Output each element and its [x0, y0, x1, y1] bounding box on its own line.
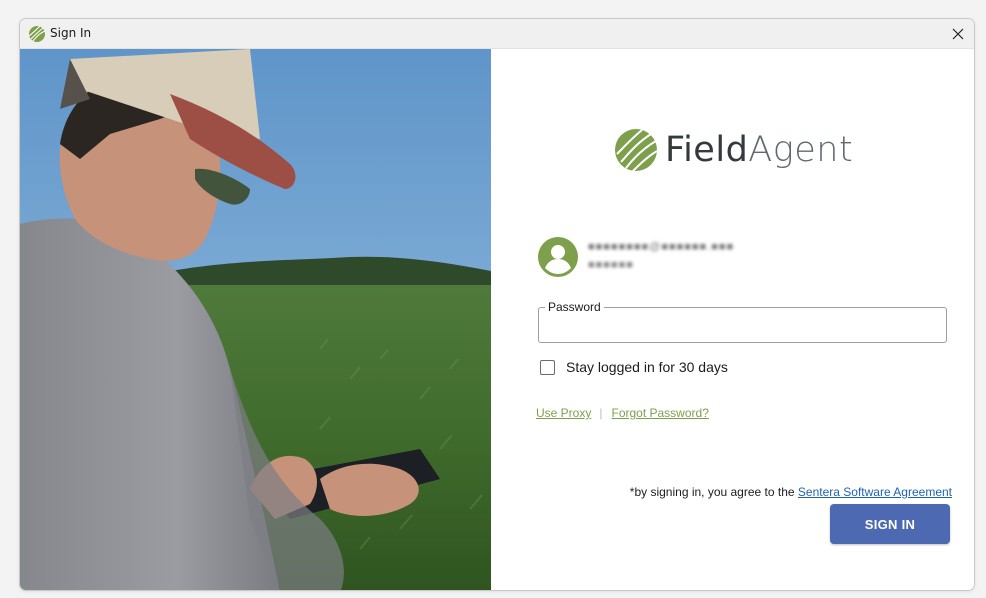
- sign-in-button[interactable]: SIGN IN: [830, 504, 950, 544]
- fieldagent-logo-icon: [29, 26, 45, 42]
- forgot-password-link[interactable]: Forgot Password?: [611, 406, 708, 420]
- auth-links: Use Proxy | Forgot Password?: [536, 406, 709, 420]
- brand-name-part2: Agent: [748, 130, 854, 170]
- brand-name-part1: Field: [665, 130, 749, 170]
- agreement-text: *by signing in, you agree to the: [629, 485, 798, 499]
- account-info: ■■■■■■■■@■■■■■■.■■■ ■■■■■■: [538, 237, 838, 277]
- password-label: Password: [545, 300, 604, 314]
- remember-me[interactable]: Stay logged in for 30 days: [540, 357, 728, 377]
- remember-label: Stay logged in for 30 days: [566, 359, 728, 375]
- link-separator: |: [599, 406, 603, 420]
- user-name: ■■■■■■: [588, 259, 634, 271]
- window-title: Sign In: [50, 26, 92, 40]
- brand-name: FieldAgent: [665, 130, 853, 170]
- fieldagent-logo: FieldAgent: [615, 127, 853, 173]
- sign-in-window: Sign In FieldAgent ■■■■■■■■@■■■■■■.■■■ ■…: [19, 18, 975, 591]
- user-avatar-icon: [538, 237, 578, 277]
- close-button[interactable]: [942, 19, 974, 49]
- login-panel: FieldAgent ■■■■■■■■@■■■■■■.■■■ ■■■■■■ Pa…: [491, 49, 974, 590]
- agreement-notice: *by signing in, you agree to the Sentera…: [630, 485, 952, 499]
- title-bar: Sign In: [20, 19, 974, 49]
- software-agreement-link[interactable]: Sentera Software Agreement: [798, 485, 952, 499]
- remember-checkbox[interactable]: [540, 359, 555, 375]
- farmer-field-photo: [20, 49, 491, 590]
- use-proxy-link[interactable]: Use Proxy: [536, 406, 591, 420]
- fieldagent-logo-icon: [615, 129, 657, 171]
- close-icon: [952, 28, 964, 40]
- user-email: ■■■■■■■■@■■■■■■.■■■: [588, 241, 735, 253]
